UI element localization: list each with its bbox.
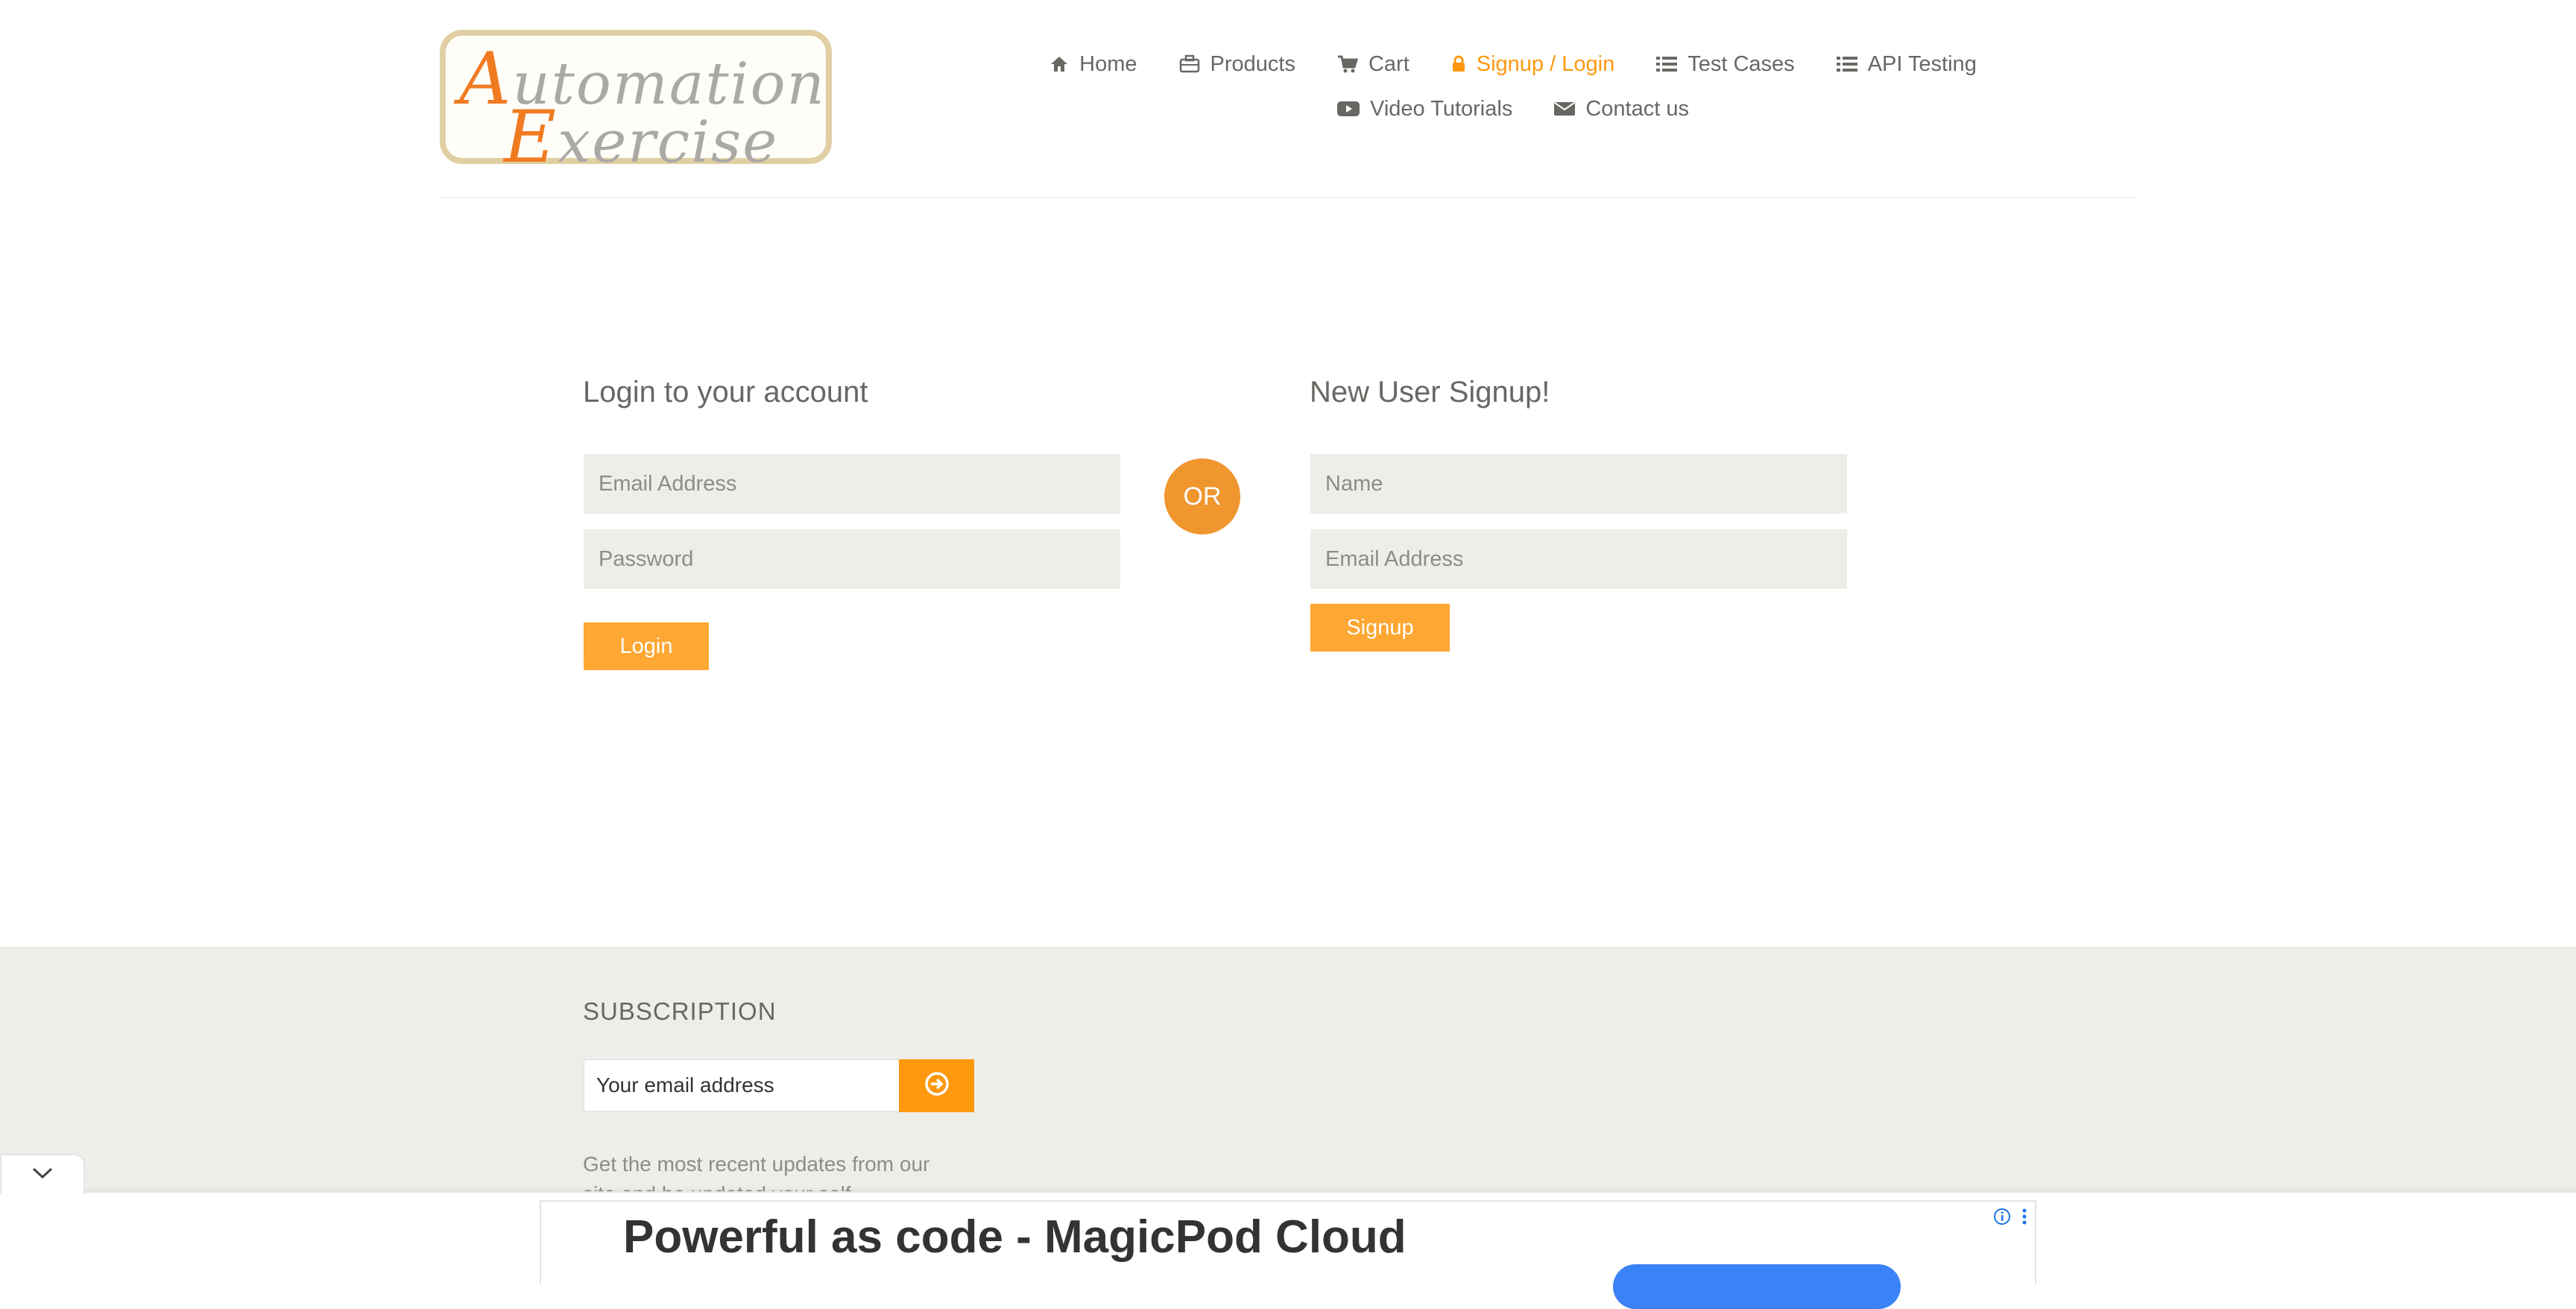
chevron-down-icon — [31, 1167, 54, 1184]
info-icon[interactable] — [1993, 1208, 2011, 1229]
nav-products[interactable]: Products — [1179, 52, 1295, 77]
signup-name-input[interactable] — [1310, 454, 1847, 514]
subscription-title: SUBSCRIPTION — [583, 997, 777, 1025]
list-icon — [1836, 56, 1857, 72]
envelope-icon — [1554, 101, 1576, 117]
list-icon — [1656, 56, 1678, 72]
ad-banner: Powerful as code - MagicPod Cloud — [0, 1191, 2576, 1309]
nav-signup-login[interactable]: Signup / Login — [1451, 52, 1614, 77]
logo-line-2: Exercise — [504, 95, 779, 179]
main-nav: Home Products Cart Signup / Login Test C… — [1029, 42, 1998, 131]
nav-contact-us[interactable]: Contact us — [1554, 97, 1689, 122]
nav-home[interactable]: Home — [1049, 52, 1137, 77]
site-logo[interactable]: Automation Exercise — [440, 30, 832, 179]
ad-cta-button[interactable] — [1613, 1264, 1901, 1309]
nav-api-testing[interactable]: API Testing — [1836, 52, 1977, 77]
login-button[interactable]: Login — [584, 622, 709, 670]
ad-content[interactable]: Powerful as code - MagicPod Cloud — [540, 1200, 2036, 1309]
nav-cart[interactable]: Cart — [1337, 52, 1409, 77]
youtube-icon — [1337, 101, 1360, 117]
or-divider: OR — [1164, 458, 1240, 534]
more-options-icon[interactable] — [2021, 1208, 2027, 1229]
subscribe-button[interactable] — [899, 1059, 974, 1112]
nav-row-2: Video Tutorials Contact us — [1029, 86, 1998, 131]
nav-row-1: Home Products Cart Signup / Login Test C… — [1029, 42, 1998, 86]
login-password-input[interactable] — [584, 529, 1120, 589]
nav-test-cases[interactable]: Test Cases — [1656, 52, 1795, 77]
site-header: Automation Exercise Home Products Cart S… — [0, 0, 2576, 200]
ad-headline[interactable]: Powerful as code - MagicPod Cloud — [623, 1211, 1407, 1264]
ad-controls — [1993, 1208, 2027, 1229]
briefcase-icon — [1179, 54, 1200, 74]
header-divider — [438, 197, 2138, 198]
arrow-circle-right-icon — [924, 1071, 950, 1100]
home-icon — [1049, 55, 1069, 73]
cart-icon — [1337, 54, 1358, 74]
lock-icon — [1451, 55, 1466, 73]
subscription-email-input[interactable] — [584, 1059, 900, 1111]
signup-button[interactable]: Signup — [1310, 604, 1450, 652]
ad-collapse-button[interactable] — [0, 1154, 85, 1194]
login-title: Login to your account — [583, 376, 868, 409]
signup-email-input[interactable] — [1310, 529, 1847, 589]
signup-title: New User Signup! — [1310, 376, 1550, 409]
nav-video-tutorials[interactable]: Video Tutorials — [1337, 97, 1512, 122]
login-email-input[interactable] — [584, 454, 1120, 514]
